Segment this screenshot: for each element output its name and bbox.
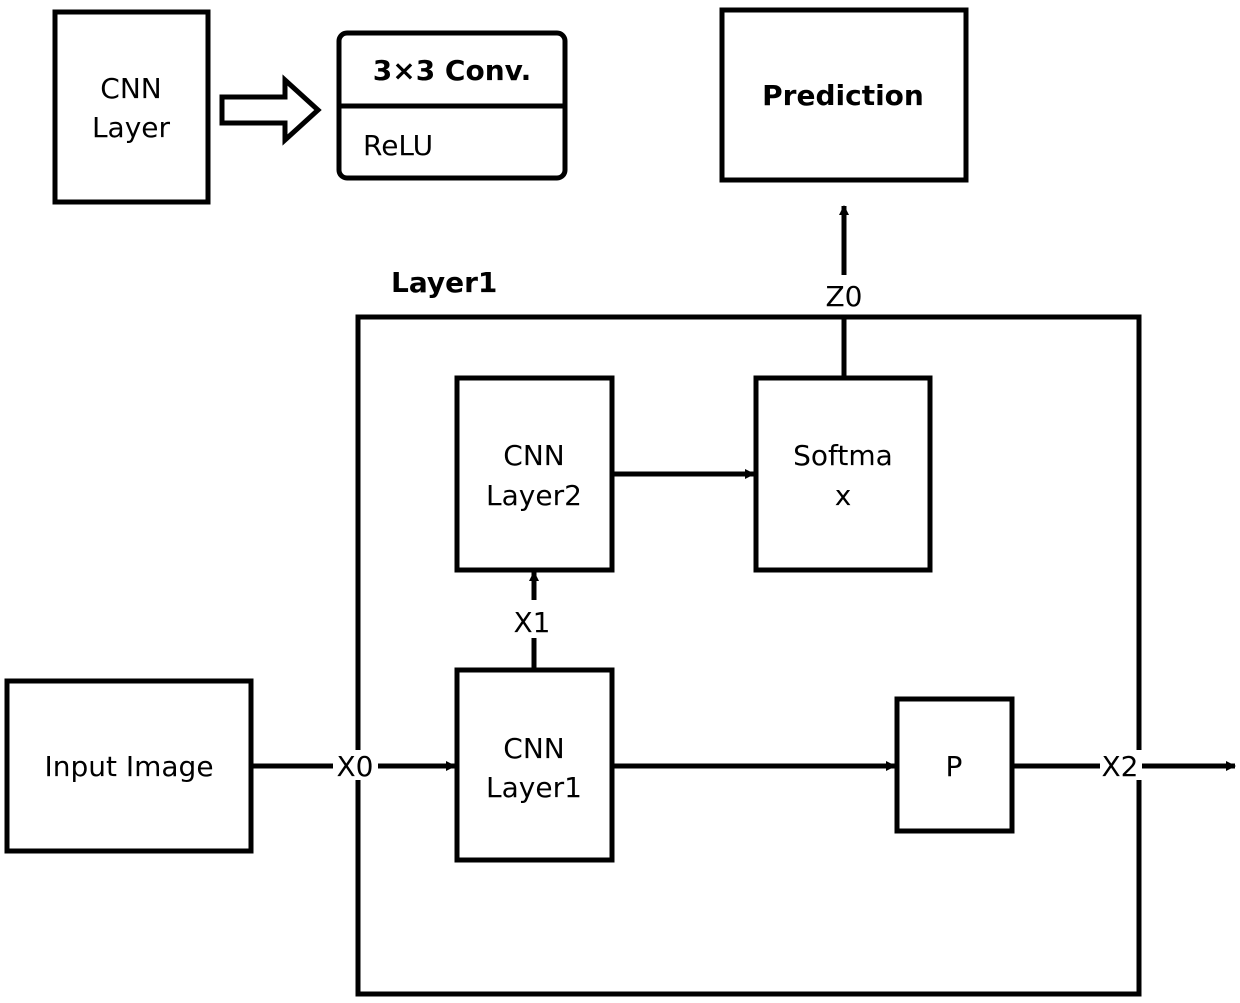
diagram-canvas: CNN Layer 3×3 Conv. ReLU Prediction Z0 L…	[4, 7, 1236, 997]
edge-label-z0: Z0	[826, 280, 863, 313]
legend-cnn-line1: CNN	[100, 72, 161, 105]
node-cnn-layer2: CNN Layer2	[454, 375, 615, 573]
node-input-image: Input Image	[4, 678, 254, 854]
hollow-arrow-icon	[219, 74, 322, 146]
cnn-layer2-line1: CNN	[503, 439, 564, 472]
edge-label-x1: X1	[514, 606, 551, 639]
legend-expansion-box: 3×3 Conv. ReLU	[336, 30, 568, 181]
prediction-box: Prediction	[719, 7, 969, 183]
container-title: Layer1	[391, 266, 497, 299]
node-softmax: Softma x	[753, 375, 933, 573]
node-pool: P	[894, 696, 1015, 834]
softmax-line1: Softma	[793, 439, 893, 472]
cnn-layer1-line2: Layer1	[486, 771, 582, 804]
conv-label: 3×3 Conv.	[373, 54, 532, 87]
edge-label-x2: X2	[1102, 750, 1139, 783]
legend-cnn-layer-box: CNN Layer	[52, 9, 211, 205]
cnn-layer2-line2: Layer2	[486, 479, 582, 512]
pool-label: P	[946, 750, 963, 783]
prediction-label: Prediction	[762, 79, 924, 112]
input-image-label: Input Image	[44, 750, 213, 783]
cnn-layer1-line1: CNN	[503, 732, 564, 765]
edge-label-x0: X0	[337, 750, 374, 783]
relu-label: ReLU	[363, 129, 433, 162]
legend-cnn-line2: Layer	[92, 111, 171, 144]
node-cnn-layer1: CNN Layer1	[454, 667, 615, 863]
softmax-line2: x	[835, 479, 852, 512]
